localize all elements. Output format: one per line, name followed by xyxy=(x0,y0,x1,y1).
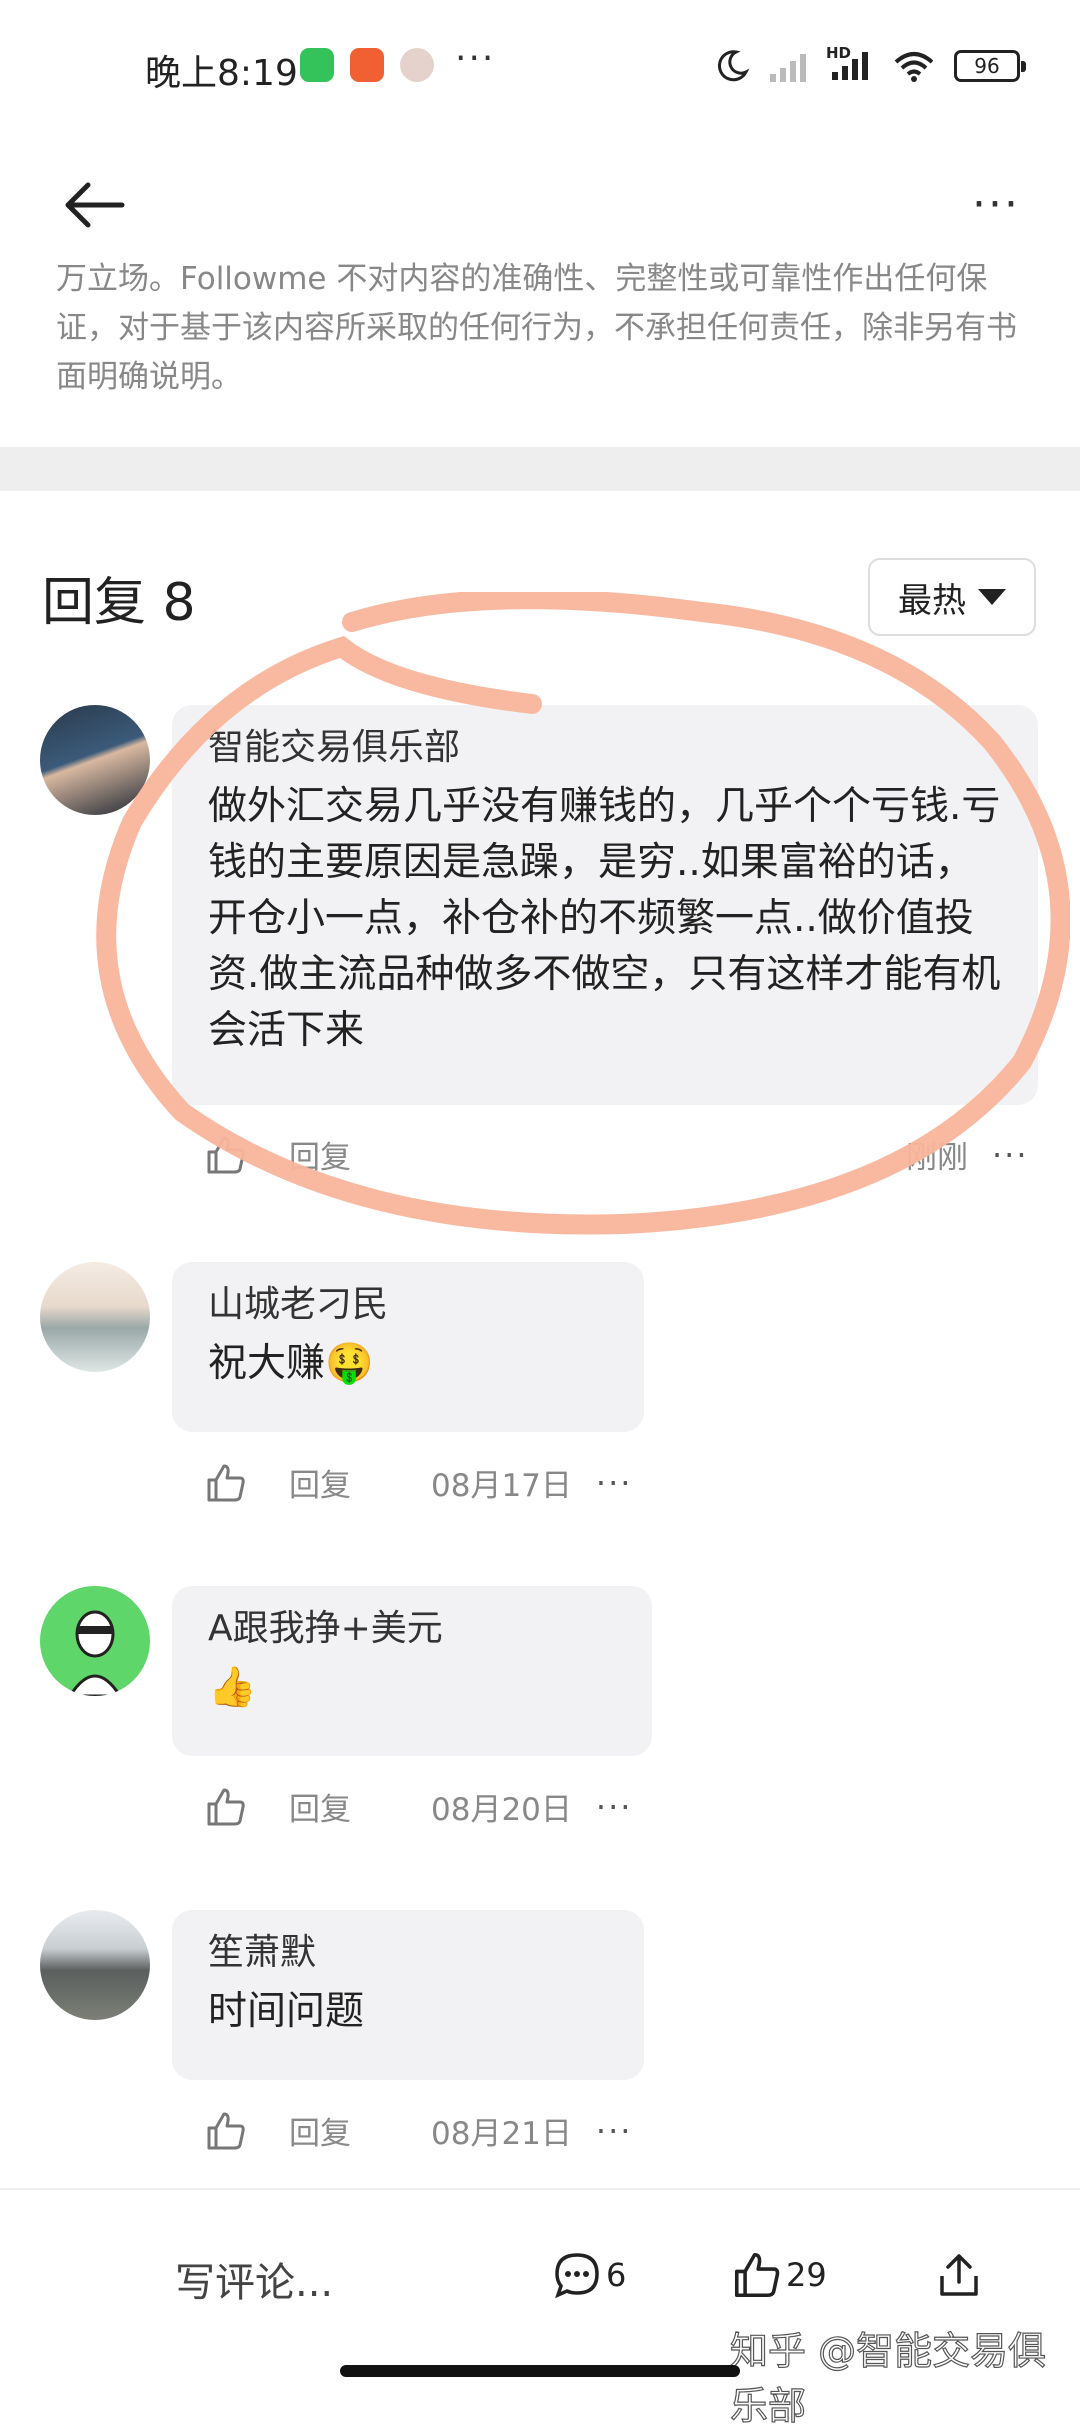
avatar[interactable] xyxy=(40,705,150,815)
avatar[interactable] xyxy=(40,1586,150,1696)
like-count: 29 xyxy=(786,2256,827,2294)
disclaimer-text: 万立场。Followme 不对内容的准确性、完整性或可靠性作出任何保证，对于基于… xyxy=(56,261,1017,395)
wifi-icon xyxy=(894,52,934,82)
comment-actions: 回复 08月20日 ··· xyxy=(205,1784,632,1829)
thumbs-up-icon[interactable] xyxy=(205,1462,247,1504)
avatar-notification-icon xyxy=(400,48,434,82)
thumbs-up-icon[interactable] xyxy=(205,1134,247,1176)
comment-more-icon[interactable]: ··· xyxy=(992,1136,1029,1174)
thumbs-up-icon xyxy=(734,2252,780,2298)
avatar-figure-icon xyxy=(68,1610,122,1696)
comment-text: 做外汇交易几乎没有赚钱的，几乎个个亏钱.亏钱的主要原因是急躁，是穷..如果富裕的… xyxy=(208,784,1001,1053)
comment-time: 08月17日 xyxy=(431,1468,572,1504)
comment-text: 祝大赚🤑 xyxy=(208,1341,374,1386)
comment-time: 刚刚 xyxy=(906,1140,968,1176)
avatar[interactable] xyxy=(40,1262,150,1372)
comment-time: 08月21日 xyxy=(431,2116,572,2152)
section-divider xyxy=(0,447,1080,491)
watermark: 知乎 @智能交易俱乐部 xyxy=(729,2328,1047,2428)
comment-bubble: A跟我挣+美元 👍 xyxy=(172,1586,652,1756)
comment-more-icon[interactable]: ··· xyxy=(596,2112,633,2150)
signal-hd-icon: HD xyxy=(826,44,874,86)
reply-button[interactable]: 回复 xyxy=(289,1784,351,1829)
comment-bubble: 山城老刁民 祝大赚🤑 xyxy=(172,1262,644,1432)
comment-author[interactable]: 山城老刁民 xyxy=(208,1282,608,1328)
status-time: 晚上8:19 xyxy=(145,53,298,94)
more-notifications-icon: ··· xyxy=(455,38,496,79)
comment-bubble-icon xyxy=(555,2253,599,2299)
sort-label: 最热 xyxy=(898,580,966,621)
comment-more-icon[interactable]: ··· xyxy=(596,1464,633,1502)
sort-dropdown[interactable]: 最热 xyxy=(868,558,1036,636)
top-nav: ··· xyxy=(0,130,1080,270)
comment-count: 6 xyxy=(606,2256,627,2294)
comment-text: 👍 xyxy=(208,1665,257,1710)
comment-author[interactable]: A跟我挣+美元 xyxy=(208,1606,616,1652)
thumbs-up-icon[interactable] xyxy=(205,2110,247,2152)
comment-author[interactable]: 智能交易俱乐部 xyxy=(208,725,1002,771)
comment-text: 时间问题 xyxy=(208,1989,365,2034)
avatar[interactable] xyxy=(40,1910,150,2020)
comment-bubble: 笙萧默 时间问题 xyxy=(172,1910,644,2080)
wechat-notification-icon xyxy=(300,48,334,82)
comment-actions: 回复 08月17日 ··· xyxy=(205,1460,632,1505)
more-options-button[interactable]: ··· xyxy=(972,183,1020,227)
signal-off-icon xyxy=(770,54,806,82)
comment-actions: 回复 08月21日 ··· xyxy=(205,2108,632,2153)
reply-button[interactable]: 回复 xyxy=(289,1460,351,1505)
comment-more-icon[interactable]: ··· xyxy=(596,1788,633,1826)
comment-bubble: 智能交易俱乐部 做外汇交易几乎没有赚钱的，几乎个个亏钱.亏钱的主要原因是急躁，是… xyxy=(172,705,1038,1105)
moon-icon xyxy=(717,50,750,82)
back-button[interactable] xyxy=(60,170,130,240)
replies-title: 回复 8 xyxy=(42,573,196,633)
app-notification-icon xyxy=(350,48,384,82)
share-icon[interactable] xyxy=(934,2250,984,2300)
comment-time: 08月20日 xyxy=(431,1792,572,1828)
comment-author[interactable]: 笙萧默 xyxy=(208,1930,608,1976)
battery-icon: 96 xyxy=(954,50,1026,82)
like-button[interactable]: 29 xyxy=(732,2250,827,2300)
status-bar: 晚上8:19 ··· HD 96 xyxy=(0,0,1080,130)
comment-actions: 回复 xyxy=(205,1132,351,1177)
comments-button[interactable]: 6 xyxy=(552,2250,626,2300)
reply-button[interactable]: 回复 xyxy=(289,2108,351,2153)
reply-button[interactable]: 回复 xyxy=(289,1132,351,1177)
home-indicator[interactable] xyxy=(340,2365,740,2377)
thumbs-up-icon[interactable] xyxy=(205,1786,247,1828)
write-comment-input[interactable]: 写评论... xyxy=(175,2250,333,2308)
caret-down-icon xyxy=(978,589,1006,605)
